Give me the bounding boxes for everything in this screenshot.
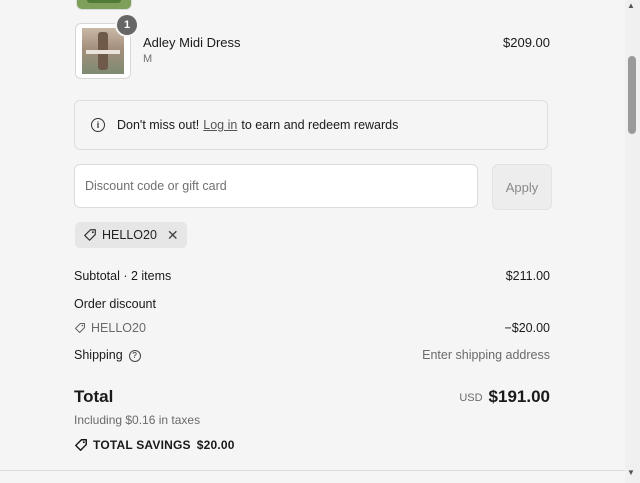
total-savings: TOTAL SAVINGS $20.00	[74, 438, 235, 452]
order-discount-value: −$20.00	[504, 321, 550, 335]
order-discount-code-text: HELLO20	[91, 321, 146, 335]
product-price: $209.00	[503, 35, 550, 50]
rewards-prefix: Don't miss out!	[117, 118, 200, 132]
scrollbar-thumb[interactable]	[628, 56, 636, 134]
product-variant: M	[143, 53, 153, 65]
order-discount-code: HELLO20	[74, 321, 146, 335]
scroll-down-arrow-icon[interactable]: ▼	[627, 468, 635, 477]
tag-icon	[84, 229, 96, 241]
product-name: Adley Midi Dress	[143, 35, 241, 50]
savings-label: TOTAL SAVINGS	[93, 438, 191, 452]
applied-discount-code: HELLO20	[102, 228, 157, 242]
rewards-suffix: to earn and redeem rewards	[241, 118, 399, 132]
product-thumbnail-previous	[76, 0, 132, 10]
order-discount-label: Order discount	[74, 297, 156, 311]
currency-code: USD	[459, 392, 483, 404]
shipping-label: Shipping	[74, 348, 123, 362]
shipping-value: Enter shipping address	[422, 348, 550, 362]
shipping-label-row: Shipping?	[74, 348, 141, 362]
scroll-up-arrow-icon[interactable]: ▲	[627, 1, 635, 10]
tag-icon	[74, 322, 86, 334]
total-amount: USD $191.00	[459, 387, 550, 407]
total-value: $191.00	[488, 387, 550, 406]
login-link[interactable]: Log in	[203, 118, 237, 132]
total-label: Total	[74, 387, 114, 406]
applied-discount-chip: HELLO20 ✕	[75, 222, 187, 248]
tag-icon	[75, 439, 87, 451]
info-icon: i	[91, 118, 105, 132]
taxes-note: Including $0.16 in taxes	[74, 413, 201, 427]
rewards-banner: i Don't miss out! Log in to earn and red…	[74, 100, 548, 150]
divider	[0, 470, 628, 471]
help-icon[interactable]: ?	[128, 350, 141, 362]
apply-button[interactable]: Apply	[492, 164, 552, 210]
savings-value: $20.00	[196, 438, 235, 452]
product-image	[82, 28, 124, 74]
subtotal-value: $211.00	[505, 269, 550, 283]
quantity-badge: 1	[117, 15, 137, 35]
close-icon[interactable]: ✕	[167, 227, 179, 244]
discount-code-input[interactable]	[74, 164, 478, 208]
subtotal-label: Subtotal · 2 items	[74, 269, 172, 283]
